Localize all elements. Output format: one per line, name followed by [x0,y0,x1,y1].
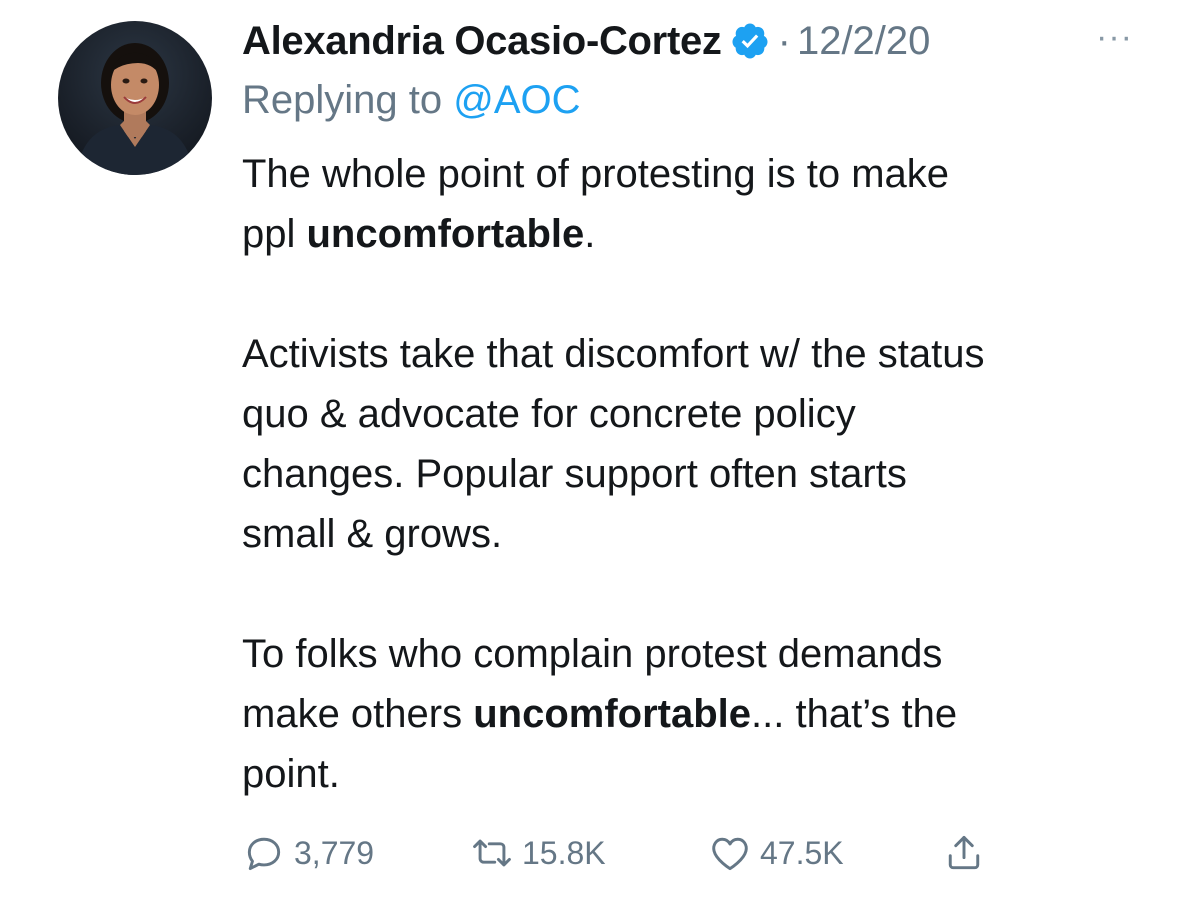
retweet-button[interactable]: 15.8K [470,828,606,878]
paragraph-line-part: ppl [242,212,307,256]
paragraph-line: changes. Popular support often starts [242,452,907,496]
paragraph-line-part: . [584,212,596,256]
like-button[interactable]: 47.5K [708,828,844,878]
tweet-paragraph-1: The whole point of protesting is to make… [242,144,1200,264]
tweet-content: Alexandria Ocasio-Cortez · 12/2/20 ··· R… [242,12,1200,804]
replying-handle-link[interactable]: @AOC [453,78,580,122]
paragraph-line: small & grows. [242,512,503,556]
reply-bubble-icon [247,837,281,871]
header-separator: · [777,18,791,63]
retweet-count: 15.8K [522,834,606,871]
tweet-actions: 3,779 15.8K 47.5K [242,828,1002,878]
reply-count: 3,779 [294,834,375,871]
bold-emphasis: uncomfortable [473,692,752,736]
replying-to: Replying to @AOC [242,74,1200,126]
tweet-header: Alexandria Ocasio-Cortez · 12/2/20 [242,12,1200,70]
reply-button[interactable]: 3,779 [242,828,374,878]
more-dots-icon[interactable]: ··· [1096,18,1133,57]
replying-prefix: Replying to [242,78,454,122]
author-name[interactable]: Alexandria Ocasio-Cortez [242,19,722,64]
tweet-paragraph-3: To folks who complain protest demands ma… [242,624,1200,804]
tweet-text: The whole point of protesting is to make… [242,144,1200,804]
paragraph-line: The whole point of protesting is to make [242,152,950,196]
retweet-icon [473,839,511,867]
avatar-portrait [76,43,194,175]
paragraph-line: quo & advocate for concrete policy [242,392,856,436]
share-icon [948,835,980,870]
share-button[interactable] [942,828,994,878]
paragraph-line: Activists take that discomfort w/ the st… [242,332,985,376]
verified-badge-icon [730,21,770,61]
tweet-paragraph-2: Activists take that discomfort w/ the st… [242,324,1200,564]
tweet-date[interactable]: 12/2/20 [797,19,930,64]
paragraph-line-part: make others [242,692,474,736]
heart-icon [712,837,748,871]
paragraph-line-part: ... that’s the [751,692,958,736]
tweet-card: Alexandria Ocasio-Cortez · 12/2/20 ··· R… [0,0,1200,902]
bold-emphasis: uncomfortable [306,212,585,256]
paragraph-line: point. [242,752,340,796]
like-count: 47.5K [760,834,844,871]
paragraph-line: To folks who complain protest demands [242,632,943,676]
avatar[interactable] [58,21,212,175]
